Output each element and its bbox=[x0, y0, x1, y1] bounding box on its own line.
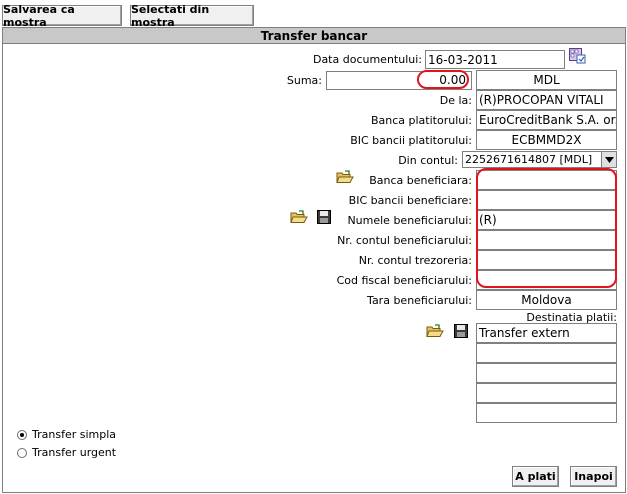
treasury-account-label: Nr. contul trezoreria: bbox=[358, 254, 472, 267]
amount-value: 0.00 bbox=[439, 73, 466, 87]
beneficiary-country-label: Tara beneficiarului: bbox=[367, 294, 472, 307]
amount-label: Suma: bbox=[286, 74, 322, 87]
calendar-icon[interactable] bbox=[568, 47, 586, 65]
open-folder-icon[interactable] bbox=[426, 323, 444, 338]
payer-bank-field: EuroCreditBank S.A. or. bbox=[476, 110, 617, 130]
beneficiary-account-label: Nr. contul beneficiarului: bbox=[337, 234, 472, 247]
payment-purpose-line-2[interactable] bbox=[476, 343, 617, 363]
from-account-label: Din contul: bbox=[398, 154, 458, 167]
payer-bic-field: ECBMMD2X bbox=[476, 130, 617, 150]
beneficiary-fields-highlight bbox=[476, 168, 617, 288]
transfer-simple-option[interactable]: Transfer simpla bbox=[17, 428, 116, 441]
beneficiary-fiscal-code-label: Cod fiscal beneficiarului: bbox=[336, 274, 472, 287]
beneficiary-bank-label: Banca beneficiara: bbox=[369, 174, 472, 187]
payment-purpose-line-4[interactable] bbox=[476, 383, 617, 403]
panel-title: Transfer bancar bbox=[3, 28, 625, 44]
save-icon[interactable] bbox=[453, 323, 468, 338]
currency-field: MDL bbox=[476, 70, 617, 90]
payment-purpose-line-1[interactable]: Transfer extern bbox=[476, 323, 617, 343]
beneficiary-country-field: Moldova bbox=[476, 290, 617, 310]
beneficiary-name-label: Numele beneficiarului: bbox=[347, 214, 472, 227]
select-from-template-button[interactable]: Selectati din mostra bbox=[130, 3, 254, 29]
pay-button[interactable]: A plati bbox=[512, 466, 559, 487]
beneficiary-bic-label: BIC bancii beneficiare: bbox=[348, 194, 472, 207]
document-date-label: Data documentului: bbox=[312, 53, 422, 66]
from-label: De la: bbox=[439, 94, 472, 107]
transfer-simple-radio[interactable] bbox=[17, 429, 27, 440]
transfer-urgent-radio[interactable] bbox=[17, 447, 27, 458]
payment-purpose-line-3[interactable] bbox=[476, 363, 617, 383]
payer-bank-label: Banca platitorului: bbox=[370, 114, 472, 127]
chevron-down-icon[interactable] bbox=[601, 152, 616, 167]
payer-bic-label: BIC bancii platitorului: bbox=[350, 134, 472, 147]
from-field: (R)PROCOPAN VITALI bbox=[476, 90, 617, 110]
transfer-urgent-option[interactable]: Transfer urgent bbox=[17, 446, 116, 459]
transfer-simple-label: Transfer simpla bbox=[32, 428, 117, 441]
from-account-select[interactable]: 2252671614807 [MDL] bbox=[462, 151, 617, 168]
back-button[interactable]: Inapoi bbox=[570, 466, 617, 487]
document-date-input[interactable]: 16-03-2011 bbox=[425, 50, 565, 69]
payment-purpose-line-5[interactable] bbox=[476, 403, 617, 423]
transfer-urgent-label: Transfer urgent bbox=[32, 446, 117, 459]
save-as-template-button[interactable]: Salvarea ca mostra bbox=[2, 3, 122, 29]
